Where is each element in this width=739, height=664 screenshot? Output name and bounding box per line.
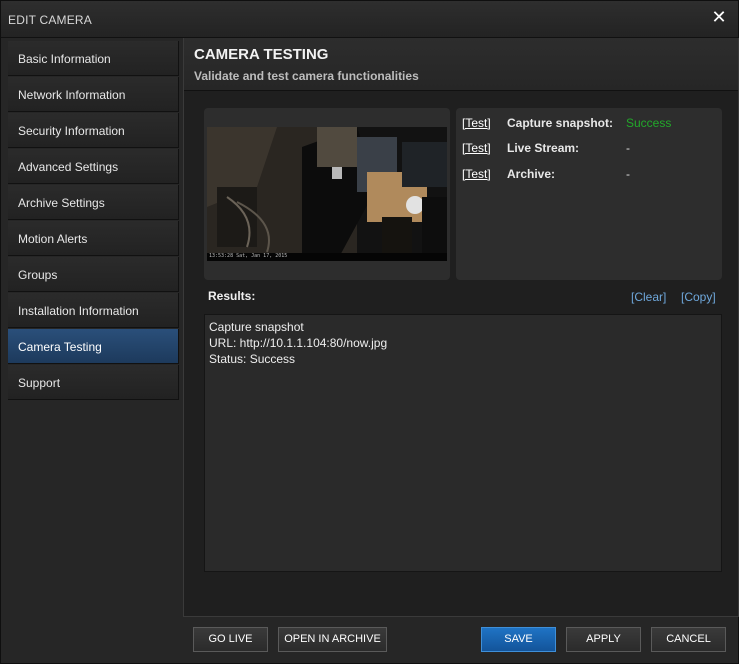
test-capture-snapshot-label: Capture snapshot: — [507, 116, 614, 130]
camera-preview-panel: 13:53:28 Sat, Jan 17, 2015 — [204, 108, 450, 280]
dialog-title: EDIT CAMERA — [8, 13, 92, 27]
test-panel: [Test] Capture snapshot: Success [Test] … — [456, 108, 722, 280]
results-textarea[interactable]: Capture snapshot URL: http://10.1.1.104:… — [204, 314, 722, 572]
results-label: Results: — [208, 289, 256, 303]
sidebar-item-security-information[interactable]: Security Information — [8, 113, 179, 148]
apply-button[interactable]: APPLY — [566, 627, 641, 652]
camera-snapshot-graphic — [207, 127, 447, 261]
test-archive-status: - — [626, 167, 630, 181]
test-archive-link[interactable]: [Test] — [462, 167, 491, 181]
go-live-button[interactable]: GO LIVE — [193, 627, 268, 652]
test-capture-snapshot-status: Success — [626, 116, 672, 130]
title-bar: EDIT CAMERA ✕ — [1, 1, 738, 38]
results-line: URL: http://10.1.1.104:80/now.jpg — [209, 336, 388, 350]
test-live-stream-label: Live Stream: — [507, 141, 580, 155]
cancel-button[interactable]: CANCEL — [651, 627, 726, 652]
sidebar: Basic Information Network Information Se… — [8, 41, 179, 401]
sidebar-item-network-information[interactable]: Network Information — [8, 77, 179, 112]
sidebar-item-motion-alerts[interactable]: Motion Alerts — [8, 221, 179, 256]
test-live-stream-link[interactable]: [Test] — [462, 141, 491, 155]
content-header: CAMERA TESTING Validate and test camera … — [184, 38, 738, 91]
results-clear-link[interactable]: [Clear] — [631, 290, 666, 304]
results-copy-link[interactable]: [Copy] — [681, 290, 716, 304]
results-line: Status: Success — [209, 352, 296, 366]
page-subtitle: Validate and test camera functionalities — [194, 69, 419, 83]
sidebar-item-advanced-settings[interactable]: Advanced Settings — [8, 149, 179, 184]
test-archive-label: Archive: — [507, 167, 556, 181]
edit-camera-dialog: EDIT CAMERA ✕ Basic Information Network … — [0, 0, 739, 664]
open-in-archive-button[interactable]: OPEN IN ARCHIVE — [278, 627, 387, 652]
sidebar-item-groups[interactable]: Groups — [8, 257, 179, 292]
content-panel: CAMERA TESTING Validate and test camera … — [183, 38, 739, 617]
sidebar-item-archive-settings[interactable]: Archive Settings — [8, 185, 179, 220]
test-capture-snapshot-link[interactable]: [Test] — [462, 116, 491, 130]
results-line: Capture snapshot — [209, 320, 304, 334]
page-title: CAMERA TESTING — [194, 46, 329, 63]
sidebar-item-camera-testing[interactable]: Camera Testing — [8, 329, 179, 364]
sidebar-item-support[interactable]: Support — [8, 365, 179, 400]
sidebar-item-basic-information[interactable]: Basic Information — [8, 41, 179, 76]
snapshot-timestamp: 13:53:28 Sat, Jan 17, 2015 — [209, 253, 288, 259]
sidebar-item-installation-information[interactable]: Installation Information — [8, 293, 179, 328]
close-icon[interactable]: ✕ — [710, 9, 728, 27]
test-live-stream-status: - — [626, 141, 630, 155]
camera-snapshot-image: 13:53:28 Sat, Jan 17, 2015 — [207, 127, 447, 261]
save-button[interactable]: SAVE — [481, 627, 556, 652]
